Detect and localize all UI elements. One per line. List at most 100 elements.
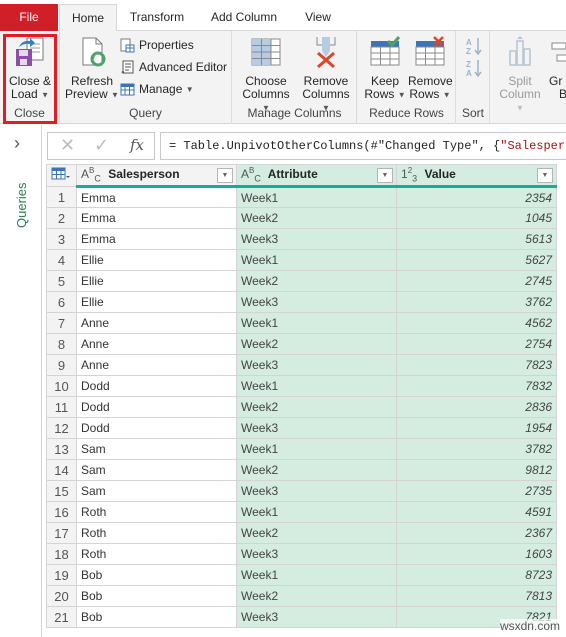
salesperson-cell[interactable]: Sam [76,438,237,460]
manage-button[interactable]: Manage ▼ [120,79,194,99]
row-number[interactable]: 10 [46,375,77,397]
value-cell[interactable]: 7823 [396,354,557,376]
expand-queries-chevron-icon[interactable]: › [14,133,20,154]
salesperson-cell[interactable]: Sam [76,459,237,481]
value-cell[interactable]: 2745 [396,270,557,292]
table-row[interactable]: 11 Dodd Week2 2836 [46,396,557,418]
value-cell[interactable]: 9812 [396,459,557,481]
attribute-cell[interactable]: Week3 [236,417,397,439]
value-cell[interactable]: 3782 [396,438,557,460]
attribute-cell[interactable]: Week1 [236,438,397,460]
filter-dropdown-icon[interactable]: ▼ [377,168,393,183]
value-cell[interactable]: 1045 [396,207,557,229]
table-row[interactable]: 7 Anne Week1 4562 [46,312,557,334]
table-row[interactable]: 13 Sam Week1 3782 [46,438,557,460]
tab-home[interactable]: Home [59,4,117,32]
table-row[interactable]: 1 Emma Week1 2354 [46,186,557,208]
table-row[interactable]: 16 Roth Week1 4591 [46,501,557,523]
tab-add-column[interactable]: Add Column [200,4,288,31]
row-number[interactable]: 14 [46,459,77,481]
table-row[interactable]: 14 Sam Week2 9812 [46,459,557,481]
formula-input[interactable]: = Table.UnpivotOtherColumns(#"Changed Ty… [160,132,566,160]
row-number[interactable]: 6 [46,291,77,313]
table-row[interactable]: 19 Bob Week1 8723 [46,564,557,586]
attribute-cell[interactable]: Week3 [236,354,397,376]
queries-pane-label[interactable]: Queries [7,165,37,245]
attribute-cell[interactable]: Week2 [236,522,397,544]
attribute-cell[interactable]: Week1 [236,312,397,334]
table-row[interactable]: 5 Ellie Week2 2745 [46,270,557,292]
row-number[interactable]: 9 [46,354,77,376]
attribute-cell[interactable]: Week3 [236,480,397,502]
salesperson-cell[interactable]: Dodd [76,396,237,418]
row-number[interactable]: 15 [46,480,77,502]
column-header-salesperson[interactable]: ABC Salesperson ▼ [76,164,237,188]
row-number[interactable]: 4 [46,249,77,271]
salesperson-cell[interactable]: Roth [76,501,237,523]
salesperson-cell[interactable]: Emma [76,228,237,250]
row-number[interactable]: 16 [46,501,77,523]
remove-columns-button[interactable]: Remove Columns ▼ [297,35,355,114]
group-by-button[interactable]: Gr B [549,35,566,101]
salesperson-cell[interactable]: Anne [76,354,237,376]
row-number[interactable]: 8 [46,333,77,355]
value-cell[interactable]: 2735 [396,480,557,502]
row-number[interactable]: 17 [46,522,77,544]
salesperson-cell[interactable]: Roth [76,522,237,544]
value-cell[interactable]: 5627 [396,249,557,271]
row-number[interactable]: 12 [46,417,77,439]
row-number[interactable]: 5 [46,270,77,292]
attribute-cell[interactable]: Week3 [236,228,397,250]
number-type-icon[interactable]: 123 [401,166,417,183]
value-cell[interactable]: 7832 [396,375,557,397]
row-number[interactable]: 18 [46,543,77,565]
table-row[interactable]: 12 Dodd Week3 1954 [46,417,557,439]
table-row[interactable]: 6 Ellie Week3 3762 [46,291,557,313]
attribute-cell[interactable]: Week1 [236,249,397,271]
value-cell[interactable]: 3762 [396,291,557,313]
row-number[interactable]: 2 [46,207,77,229]
table-row[interactable]: 17 Roth Week2 2367 [46,522,557,544]
column-header-attribute[interactable]: ABC Attribute ▼ [236,164,397,188]
attribute-cell[interactable]: Week1 [236,375,397,397]
attribute-cell[interactable]: Week1 [236,186,397,208]
row-number[interactable]: 20 [46,585,77,607]
attribute-cell[interactable]: Week2 [236,270,397,292]
salesperson-cell[interactable]: Ellie [76,291,237,313]
attribute-cell[interactable]: Week2 [236,396,397,418]
tab-file[interactable]: File [0,4,58,31]
salesperson-cell[interactable]: Ellie [76,249,237,271]
refresh-preview-button[interactable]: Refresh Preview ▼ [64,35,120,101]
salesperson-cell[interactable]: Sam [76,480,237,502]
salesperson-cell[interactable]: Bob [76,606,237,628]
table-row[interactable]: 2 Emma Week2 1045 [46,207,557,229]
value-cell[interactable]: 4591 [396,501,557,523]
row-number[interactable]: 21 [46,606,77,628]
table-row[interactable]: 20 Bob Week2 7813 [46,585,557,607]
attribute-cell[interactable]: Week1 [236,501,397,523]
value-cell[interactable]: 1954 [396,417,557,439]
advanced-editor-button[interactable]: Advanced Editor [120,57,227,77]
text-type-icon[interactable]: ABC [241,166,261,183]
cancel-formula-icon[interactable]: ✕ [60,135,75,156]
value-cell[interactable]: 7813 [396,585,557,607]
commit-formula-icon[interactable]: ✓ [94,135,109,156]
attribute-cell[interactable]: Week3 [236,543,397,565]
salesperson-cell[interactable]: Emma [76,207,237,229]
salesperson-cell[interactable]: Ellie [76,270,237,292]
column-header-value[interactable]: 123 Value ▼ [396,164,557,188]
table-row[interactable]: 21 Bob Week3 7821 [46,606,557,628]
row-number[interactable]: 7 [46,312,77,334]
salesperson-cell[interactable]: Roth [76,543,237,565]
sort-descending-button[interactable]: ZA [465,58,483,78]
attribute-cell[interactable]: Week2 [236,333,397,355]
table-row[interactable]: 18 Roth Week3 1603 [46,543,557,565]
salesperson-cell[interactable]: Anne [76,333,237,355]
salesperson-cell[interactable]: Emma [76,186,237,208]
tab-view[interactable]: View [296,4,340,31]
attribute-cell[interactable]: Week3 [236,291,397,313]
value-cell[interactable]: 2367 [396,522,557,544]
salesperson-cell[interactable]: Bob [76,585,237,607]
fx-icon[interactable]: fx [130,136,144,154]
salesperson-cell[interactable]: Dodd [76,375,237,397]
